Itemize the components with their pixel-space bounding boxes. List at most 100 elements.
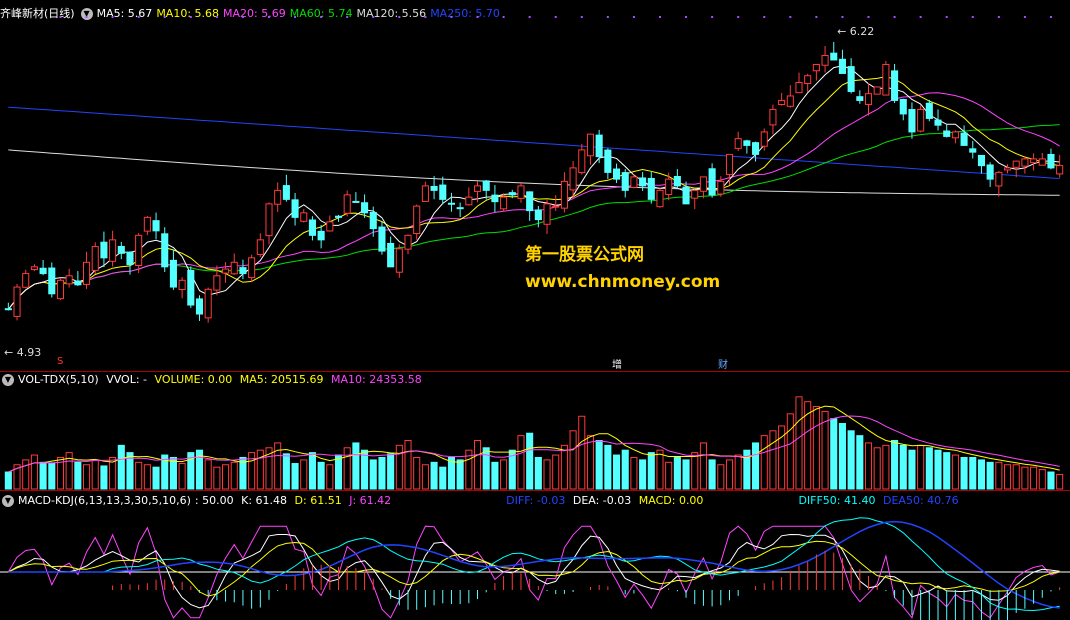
ma250-line: [8, 106, 1060, 179]
candle-body: [291, 199, 299, 218]
marker-zeng[interactable]: 增: [612, 356, 622, 371]
volume-bar: [248, 452, 256, 490]
candle-body: [856, 96, 864, 101]
volume-bar: [430, 461, 438, 490]
signal-dot: [1049, 16, 1052, 18]
volume-bar: [334, 454, 343, 490]
volume-bar: [300, 459, 308, 490]
volume-bar: [925, 447, 933, 490]
volume-bar: [369, 459, 377, 490]
volume-bar: [917, 444, 925, 490]
candle-body: [343, 194, 351, 214]
volume-bar: [812, 406, 820, 490]
signal-dot: [320, 16, 323, 18]
candle-body: [691, 189, 699, 199]
candle-body: [1047, 153, 1055, 169]
volume-bar: [621, 449, 629, 490]
signal-dot: [554, 16, 557, 18]
watermark-url: www.chnmoney.com: [525, 272, 721, 292]
candle-body: [925, 102, 933, 119]
signal-dot: [450, 16, 453, 18]
signal-dot: [685, 16, 688, 18]
volume-bar: [882, 444, 890, 490]
candle-body: [465, 196, 473, 206]
volume-bar: [717, 464, 725, 490]
signal-dot: [763, 16, 766, 18]
signal-dot: [945, 16, 948, 18]
volume-bar: [630, 456, 638, 490]
candle-body: [152, 220, 160, 232]
volume-bar: [1056, 473, 1064, 490]
signal-dot: [711, 16, 714, 18]
volume-bar: [256, 449, 264, 490]
volume-bar: [864, 442, 873, 490]
volume-bar: [552, 454, 560, 490]
volume-bar: [30, 454, 38, 490]
signal-dot: [163, 16, 166, 18]
candle-body: [1003, 167, 1012, 171]
candle-body: [873, 86, 881, 95]
candlestick-chart[interactable]: ← 6.22 ← 4.93: [0, 0, 1070, 620]
volume-bar: [656, 449, 664, 490]
candle-body: [734, 138, 742, 149]
volume-bar: [960, 456, 968, 490]
signal-dot: [893, 16, 896, 18]
candle-body: [682, 186, 690, 205]
candle-body: [1030, 158, 1038, 164]
candle-body: [743, 140, 751, 146]
signal-dot: [268, 16, 270, 18]
candle-body: [473, 185, 482, 192]
candle-body: [456, 207, 464, 210]
candle-body: [1021, 158, 1029, 167]
candle-body: [65, 275, 73, 285]
candle-body: [752, 142, 760, 155]
volume-bar: [1030, 466, 1038, 490]
volume-bar: [1021, 466, 1029, 490]
candle-body: [786, 95, 794, 107]
candle-body: [230, 261, 238, 275]
candle-body: [847, 66, 855, 92]
candle-body: [308, 219, 316, 236]
candle-body: [699, 176, 707, 192]
volume-bar: [604, 444, 612, 490]
volume-bar: [560, 444, 568, 490]
volume-bar: [169, 456, 177, 490]
volume-bar: [308, 452, 316, 490]
signal-dot: [137, 16, 140, 18]
diff50-line: [8, 517, 1060, 612]
volume-bar: [838, 423, 846, 490]
volume-bar: [282, 453, 290, 490]
candle-body: [639, 177, 647, 187]
volume-bar: [526, 432, 534, 490]
candle-body: [552, 205, 560, 208]
candle-body: [222, 268, 230, 274]
candle-body: [404, 234, 412, 250]
marker-s[interactable]: S: [57, 356, 63, 367]
candle-body: [1038, 158, 1046, 166]
signal-dot: [346, 16, 349, 18]
candle-body: [83, 261, 91, 285]
candle-body: [334, 215, 343, 218]
volume-bar: [795, 396, 803, 490]
volume-bar: [378, 456, 386, 490]
candle-body: [526, 191, 534, 212]
candle-body: [56, 279, 65, 300]
volume-bar: [673, 456, 681, 490]
candle-body: [135, 234, 143, 267]
volume-bar: [100, 465, 108, 490]
candle-body: [725, 153, 734, 176]
candle-body: [778, 99, 786, 106]
volume-bar: [760, 435, 768, 490]
kdj-d-line: [8, 540, 1060, 597]
volume-bar: [317, 461, 325, 490]
marker-cai[interactable]: 财: [718, 356, 728, 371]
candle-body: [934, 119, 942, 126]
signal-dot: [424, 16, 427, 18]
volume-bar: [404, 440, 412, 490]
signal-dot: [59, 16, 62, 18]
candle-body: [717, 180, 725, 195]
volume-bar: [326, 464, 334, 490]
volume-bar: [647, 452, 655, 490]
candle-body: [977, 154, 985, 167]
candle-body: [282, 185, 290, 200]
